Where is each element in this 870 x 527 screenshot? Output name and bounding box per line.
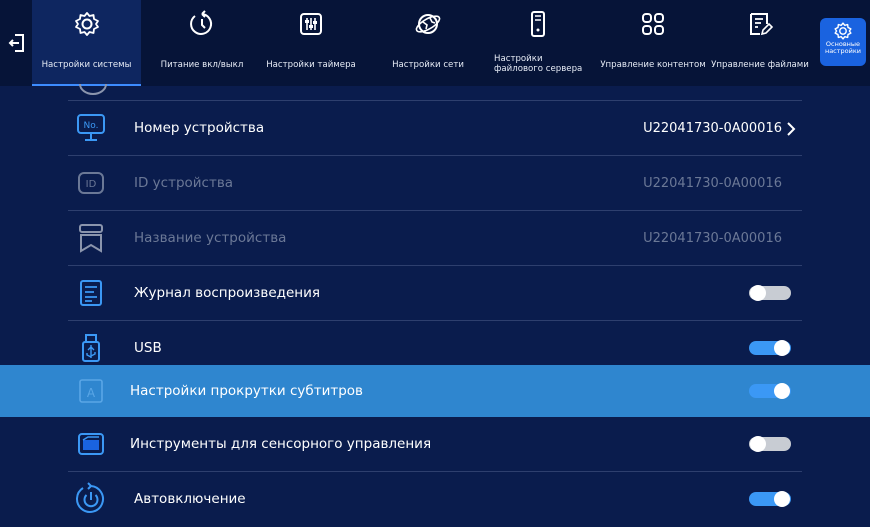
grid-content-icon <box>642 13 664 35</box>
subtitle-scroll-icon: A <box>79 379 103 403</box>
chevron-right-icon[interactable] <box>786 122 796 136</box>
playback-log-icon <box>80 280 102 306</box>
file-edit-icon <box>750 13 774 36</box>
row-touch-tools: Инструменты для сенсорного управления <box>0 417 870 472</box>
id-icon: ID <box>78 172 104 194</box>
device-name-value: U22041730-0A00016 <box>643 231 782 246</box>
network-globe-icon <box>415 14 441 34</box>
row-label: Журнал воспроизведения <box>134 285 320 301</box>
device-number-icon: No. <box>77 114 105 141</box>
list-item-partial <box>0 46 870 101</box>
auto-power-toggle[interactable] <box>749 491 791 507</box>
row-playback-log: Журнал воспроизведения <box>0 266 870 321</box>
toggle-knob <box>750 436 766 452</box>
partial-icon <box>79 83 107 95</box>
row-device-number[interactable]: No. Номер устройства U22041730-0A00016 <box>0 101 870 156</box>
device-name-icon <box>79 224 103 253</box>
device-number-value: U22041730-0A00016 <box>643 121 782 136</box>
gear-icon <box>74 12 99 36</box>
usb-icon <box>82 334 100 362</box>
usb-toggle[interactable] <box>749 340 791 356</box>
svg-text:ID: ID <box>86 179 97 190</box>
svg-text:No.: No. <box>84 121 99 131</box>
toggle-knob <box>750 285 766 301</box>
touch-tools-toggle[interactable] <box>749 436 791 452</box>
row-device-name: Название устройства U22041730-0A00016 <box>0 211 870 266</box>
device-id-value: U22041730-0A00016 <box>643 176 782 191</box>
toggle-knob <box>774 491 790 507</box>
auto-power-icon <box>76 482 104 513</box>
row-subtitle-scroll[interactable]: A Настройки прокрутки субтитров <box>0 365 870 417</box>
row-label: ID устройства <box>134 175 234 191</box>
power-timer-icon <box>190 10 213 35</box>
row-label: Автовключение <box>134 491 246 507</box>
svg-text:A: A <box>87 386 96 400</box>
toggle-knob <box>774 383 790 399</box>
row-auto-power-on: Автовключение <box>0 472 870 527</box>
row-label: Инструменты для сенсорного управления <box>130 436 432 452</box>
toggle-knob <box>774 340 790 356</box>
file-server-icon <box>531 11 545 37</box>
playback-log-toggle[interactable] <box>749 285 791 301</box>
timer-settings-icon <box>300 13 322 35</box>
gear-icon <box>834 22 852 40</box>
row-label: Номер устройства <box>134 120 265 136</box>
row-label: Настройки прокрутки субтитров <box>130 383 364 399</box>
row-device-id: ID ID устройства U22041730-0A00016 <box>0 156 870 211</box>
subtitle-scroll-toggle[interactable] <box>749 383 791 399</box>
settings-list: No. Номер устройства U22041730-0A00016 I… <box>0 83 870 520</box>
row-label: Название устройства <box>134 230 287 246</box>
touch-tools-icon <box>78 433 104 455</box>
